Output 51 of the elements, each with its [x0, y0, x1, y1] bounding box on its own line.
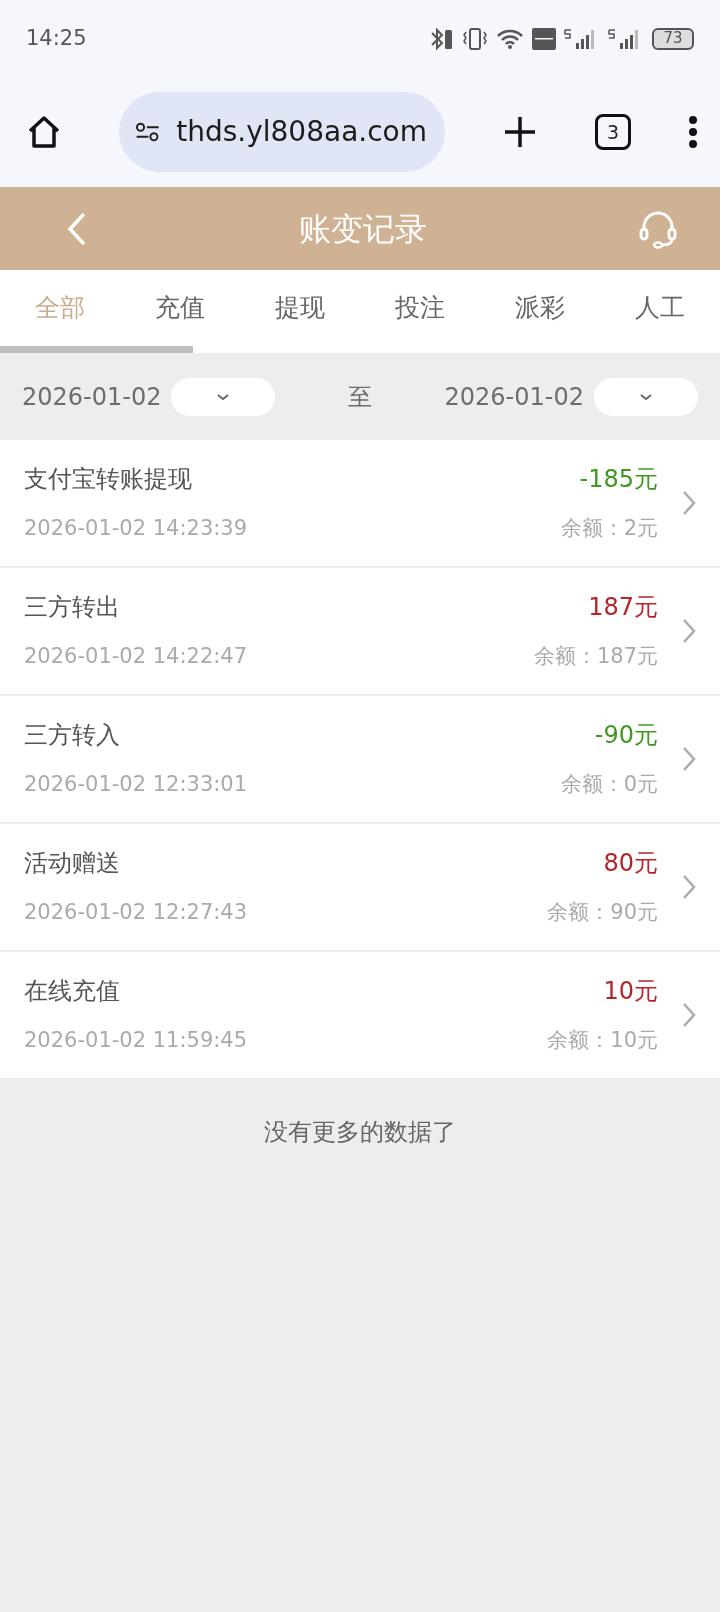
record-row[interactable]: 在线充值 2026-01-02 11:59:45 10元 余额：10元 [0, 952, 720, 1080]
status-time: 14:25 [26, 24, 87, 52]
record-title: 活动赠送 [24, 848, 121, 880]
record-time: 2026-01-02 12:27:43 [24, 899, 249, 927]
record-amount: -90元 [594, 720, 658, 752]
record-time: 2026-01-02 11:59:45 [24, 1027, 249, 1055]
record-row[interactable]: 支付宝转账提现 2026-01-02 14:23:39 -185元 余额：2元 [0, 440, 720, 568]
chevron-right-icon [682, 874, 696, 900]
record-title: 三方转入 [24, 720, 121, 752]
record-amount: -185元 [579, 464, 658, 496]
record-time: 2026-01-02 14:23:39 [24, 515, 249, 543]
wifi-icon [496, 27, 524, 50]
record-row[interactable]: 三方转入 2026-01-02 12:33:01 -90元 余额：0元 [0, 696, 720, 824]
record-balance: 余额：0元 [560, 771, 658, 799]
record-balance: 余额：2元 [560, 515, 658, 543]
chevron-right-icon [682, 746, 696, 772]
record-time: 2026-01-02 12:33:01 [24, 771, 249, 799]
chevron-right-icon [682, 618, 696, 644]
more-icon[interactable] [688, 115, 698, 149]
record-title: 三方转出 [24, 592, 121, 624]
record-balance: 余额：10元 [547, 1027, 658, 1055]
end-date: 2026-01-02 [444, 381, 584, 413]
record-title: 支付宝转账提现 [24, 464, 193, 496]
record-amount: 80元 [603, 848, 658, 880]
record-row[interactable]: 三方转出 2026-01-02 14:22:47 187元 余额：187元 [0, 568, 720, 696]
bluetooth-icon [428, 26, 454, 51]
chevron-right-icon [682, 1002, 696, 1028]
url-text: thds.yl808aa.com [176, 114, 427, 150]
record-title: 在线充值 [24, 976, 121, 1008]
home-icon[interactable] [26, 114, 62, 150]
start-date: 2026-01-02 [22, 381, 162, 413]
date-separator: 至 [347, 381, 373, 413]
record-balance: 余额：90元 [547, 899, 658, 927]
record-balance: 余额：187元 [533, 643, 658, 671]
record-row[interactable]: 活动赠送 2026-01-02 12:27:43 80元 余额：90元 [0, 824, 720, 952]
tab[interactable]: 派彩 [480, 270, 600, 346]
tab[interactable]: 充值 [120, 270, 240, 346]
tab[interactable]: 人工 [600, 270, 720, 346]
tab[interactable]: 提现 [240, 270, 360, 346]
chevron-right-icon [682, 490, 696, 516]
plus-icon[interactable] [502, 114, 538, 150]
tab[interactable]: 投注 [360, 270, 480, 346]
no-more-data-text: 没有更多的数据了 [263, 1117, 457, 1148]
record-amount: 187元 [588, 592, 658, 624]
record-time: 2026-01-02 14:22:47 [24, 643, 249, 671]
battery-icon: 73 [652, 27, 694, 50]
address-bar[interactable]: thds.yl808aa.com [119, 92, 445, 172]
vibrate-icon [462, 26, 488, 51]
tab-count-button[interactable]: 3 [595, 114, 631, 150]
page-title: 账变记录 [299, 208, 427, 250]
record-amount: 10元 [603, 976, 658, 1008]
